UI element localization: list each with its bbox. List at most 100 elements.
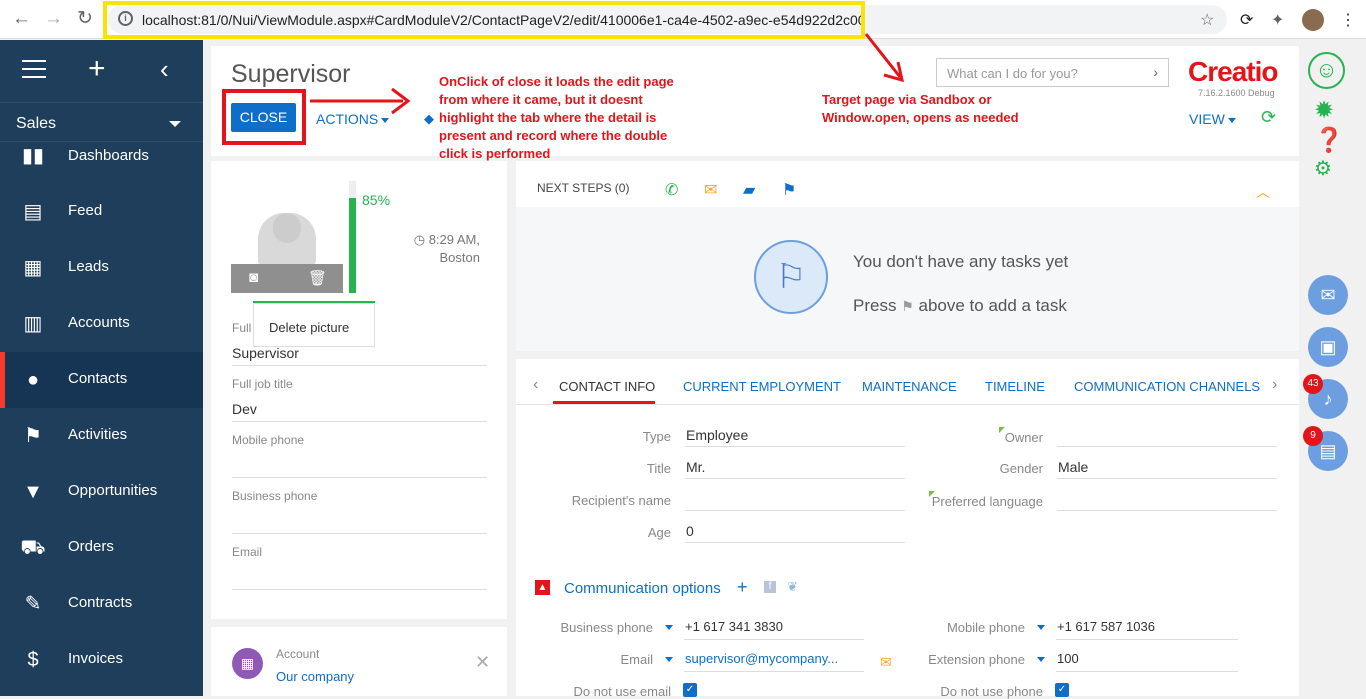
twitter-icon[interactable]: ❦ xyxy=(787,579,798,595)
collapse-chevron-icon[interactable]: ‹ xyxy=(160,54,169,84)
camera-icon[interactable]: ◙ xyxy=(249,269,258,286)
close-icon[interactable]: ✕ xyxy=(475,652,490,673)
command-search-input[interactable]: What can I do for you? › xyxy=(936,58,1169,87)
avatar-head xyxy=(273,213,301,243)
view-menu-button[interactable]: VIEW xyxy=(1189,111,1236,127)
bookmark-star-icon[interactable]: ☆ xyxy=(1200,10,1214,30)
chat-panel-icon[interactable]: ▣ xyxy=(1308,327,1348,367)
forward-arrow-icon[interactable]: → xyxy=(44,9,63,29)
tabs-scroll-right-icon[interactable]: › xyxy=(1272,376,1277,394)
age-field[interactable]: 0 xyxy=(686,523,694,539)
tab-maintenance[interactable]: MAINTENANCE xyxy=(862,379,957,394)
business-phone-field[interactable]: +1 617 341 3830 xyxy=(685,619,783,634)
sidebar-item-opportunities[interactable]: ▼ Opportunities xyxy=(0,464,203,520)
system-designer-icon[interactable]: ⚙ xyxy=(1314,156,1332,181)
sidebar-item-invoices[interactable]: $ Invoices xyxy=(0,632,203,688)
add-plus-icon[interactable]: + xyxy=(88,54,106,84)
sidebar-item-contacts[interactable]: ● Contacts xyxy=(0,352,203,408)
email-field[interactable] xyxy=(232,589,487,590)
do-not-use-phone-checkbox[interactable]: ✓ xyxy=(1055,683,1069,697)
browser-menu-icon[interactable]: ⋮ xyxy=(1340,10,1356,30)
settings-gear-icon[interactable]: ✹ xyxy=(1314,96,1334,125)
type-field[interactable]: Employee xyxy=(686,427,748,443)
profile-avatar[interactable] xyxy=(1302,9,1324,31)
chevron-down-icon[interactable] xyxy=(1037,625,1045,630)
mobile-phone-label: Mobile phone xyxy=(232,433,305,447)
reload-icon[interactable]: ↻ xyxy=(77,9,93,29)
sidebar-item-accounts[interactable]: ▥ Accounts xyxy=(0,296,203,352)
help-icon[interactable]: ❓ xyxy=(1314,126,1344,155)
contract-icon: ✎ xyxy=(24,593,42,615)
business-phone-field[interactable] xyxy=(232,533,487,534)
trash-icon[interactable]: 🗑 xyxy=(308,269,327,287)
sidebar-item-feed[interactable]: ▤ Feed xyxy=(0,184,203,240)
back-arrow-icon[interactable]: ← xyxy=(12,9,31,29)
completeness-fill xyxy=(349,198,356,293)
owner-field[interactable] xyxy=(1057,446,1277,447)
add-task-hint: Press ⚑ above to add a task xyxy=(853,296,1067,316)
facebook-icon[interactable]: f xyxy=(764,581,776,593)
notifications-badge: 43 xyxy=(1303,374,1323,394)
collapse-group-icon[interactable]: ▲ xyxy=(535,580,550,595)
annotation-target-note: Target page via Sandbox or Window.open, … xyxy=(822,92,1019,125)
job-title-field[interactable]: Dev xyxy=(232,401,257,417)
call-icon[interactable]: ✆ xyxy=(665,180,678,200)
extension-phone-field[interactable]: 100 xyxy=(1057,651,1079,666)
divider xyxy=(685,478,905,479)
sidebar-item-orders[interactable]: ⛟ Orders xyxy=(0,520,203,576)
preferred-language-field[interactable] xyxy=(1057,510,1277,511)
tab-current-employment[interactable]: CURRENT EMPLOYMENT xyxy=(683,379,841,394)
local-time: ◷ 8:29 AM, Boston xyxy=(410,231,480,267)
email-icon[interactable]: ✉ xyxy=(704,180,717,200)
gender-field[interactable]: Male xyxy=(1058,459,1088,475)
email-panel-icon[interactable]: ✉ xyxy=(1308,275,1348,315)
full-name-field[interactable]: Supervisor xyxy=(232,345,299,361)
full-name-label: Full xyxy=(232,321,252,335)
hamburger-menu-icon[interactable] xyxy=(22,60,46,78)
mobile-phone-field[interactable] xyxy=(232,477,487,478)
title-label: Title xyxy=(646,461,671,476)
add-plus-icon[interactable]: + xyxy=(737,577,748,598)
flag-icon: ⚑ xyxy=(24,425,42,447)
tag-icon[interactable]: ◆ xyxy=(424,111,434,127)
account-link[interactable]: Our company xyxy=(276,669,354,684)
chat-icon[interactable]: ▰ xyxy=(743,180,755,200)
extensions-puzzle-icon[interactable]: ✦ xyxy=(1271,10,1284,30)
tab-contact-info[interactable]: CONTACT INFO xyxy=(559,379,655,394)
sidebar-item-activities[interactable]: ⚑ Activities xyxy=(0,408,203,464)
recipient-name-field[interactable] xyxy=(685,510,905,511)
dashboards-icon: ▮▮ xyxy=(21,145,44,167)
collapse-chevron-icon[interactable]: ︿ xyxy=(1256,182,1270,202)
search-placeholder: What can I do for you? xyxy=(947,66,1078,81)
browser-toolbar: ← → ↻ i localhost:81/0/Nui/ViewModule.as… xyxy=(0,0,1366,39)
sidebar-item-label: Accounts xyxy=(68,314,130,331)
sidebar-item-leads[interactable]: ▦ Leads xyxy=(0,240,203,296)
messages-badge: 9 xyxy=(1303,426,1323,446)
refresh-icon[interactable]: ⟳ xyxy=(1261,107,1276,128)
mobile-phone-field[interactable]: +1 617 587 1036 xyxy=(1057,619,1155,634)
chevron-down-icon[interactable] xyxy=(665,657,673,662)
title-field[interactable]: Mr. xyxy=(686,459,705,475)
sidebar-item-label: Orders xyxy=(68,538,114,555)
task-flag-icon[interactable]: ⚑ xyxy=(782,180,796,200)
sidebar-item-contracts[interactable]: ✎ Contracts xyxy=(0,576,203,632)
divider xyxy=(685,542,905,543)
sidebar-item-dashboards[interactable]: ▮▮ Dashboards xyxy=(0,134,203,184)
tab-timeline[interactable]: TIMELINE xyxy=(985,379,1045,394)
active-tab-indicator xyxy=(553,401,655,404)
chevron-down-icon[interactable] xyxy=(1037,657,1045,662)
workplace-label: Sales xyxy=(16,115,57,132)
do-not-use-email-checkbox[interactable]: ✓ xyxy=(683,683,697,697)
tabs-scroll-left-icon[interactable]: ‹ xyxy=(533,376,538,394)
delete-picture-tooltip[interactable]: Delete picture xyxy=(253,303,375,347)
user-profile-icon[interactable]: ☺ xyxy=(1308,52,1345,89)
extension-sync-icon[interactable]: ⟳ xyxy=(1240,10,1253,30)
chevron-down-icon[interactable] xyxy=(665,625,673,630)
email-field[interactable]: supervisor@mycompany... xyxy=(685,651,838,666)
close-button[interactable]: CLOSE xyxy=(231,103,296,132)
extension-phone-label: Extension phone xyxy=(928,652,1025,667)
sidebar-item-label: Contacts xyxy=(68,370,128,387)
actions-menu-button[interactable]: ACTIONS xyxy=(316,111,390,127)
send-email-icon[interactable]: ✉ xyxy=(880,654,892,671)
tab-communication-channels[interactable]: COMMUNICATION CHANNELS xyxy=(1074,379,1260,394)
